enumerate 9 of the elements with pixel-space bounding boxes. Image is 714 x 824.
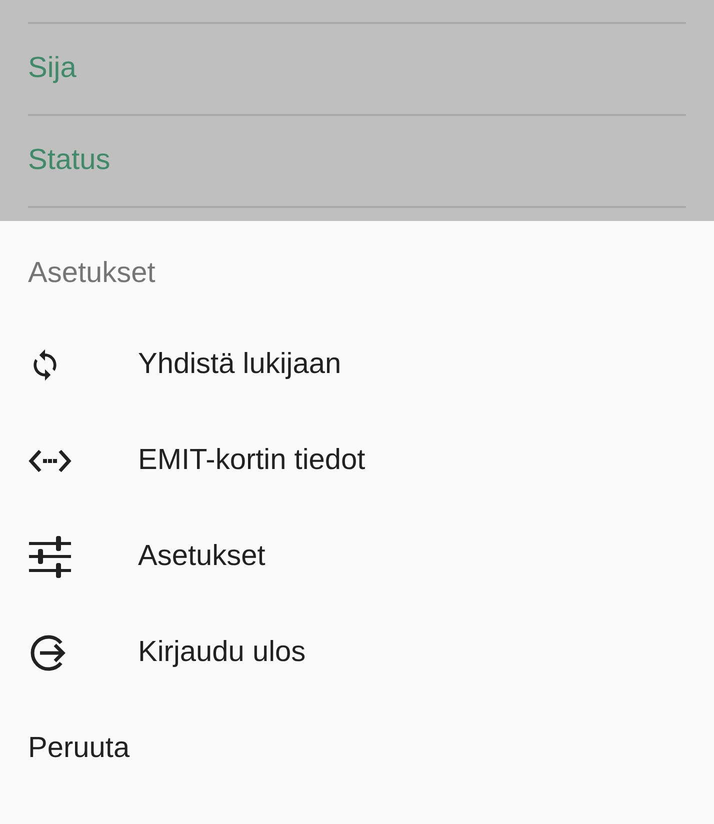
code-icon bbox=[28, 448, 72, 474]
logout-icon bbox=[28, 633, 68, 673]
menu-item[interactable]: Kirjaudu ulos bbox=[0, 605, 714, 701]
menu-item[interactable]: Asetukset bbox=[0, 509, 714, 605]
menu-item[interactable]: EMIT-kortin tiedot bbox=[0, 413, 714, 509]
sliders-icon bbox=[28, 536, 72, 578]
menu-item[interactable]: Yhdistä lukijaan bbox=[0, 317, 714, 413]
menu-item[interactable]: Peruuta bbox=[0, 701, 714, 797]
sheet-title: Asetukset bbox=[28, 256, 156, 292]
